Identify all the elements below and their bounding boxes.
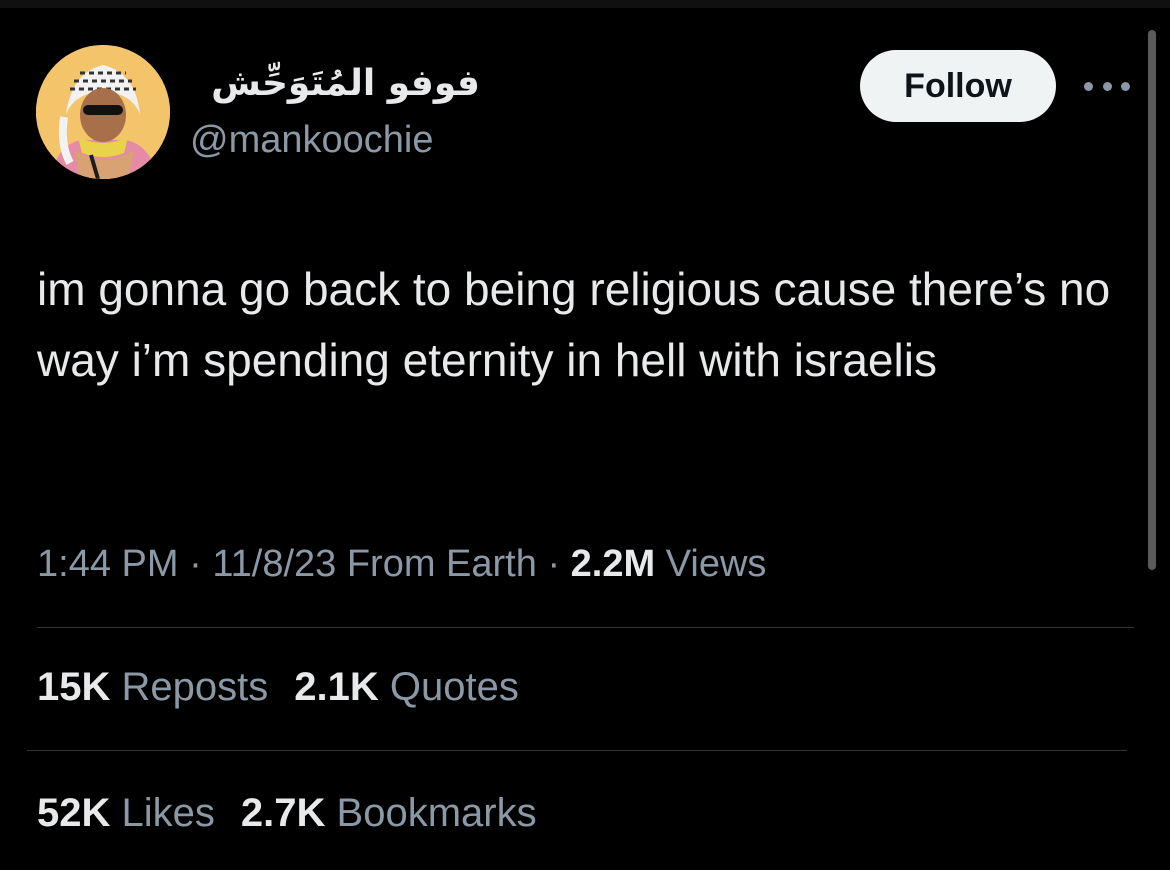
bookmarks-label: Bookmarks <box>336 791 537 835</box>
stats-row-reposts-quotes: 15K Reposts 2.1K Quotes <box>37 662 519 712</box>
tweet-time[interactable]: 1:44 PM <box>37 543 179 585</box>
likes-count: 52K <box>37 791 111 835</box>
views-label: Views <box>655 543 767 585</box>
meta-separator: · <box>536 543 571 585</box>
tweet-source: From Earth <box>336 543 537 585</box>
quotes-stat[interactable]: 2.1K Quotes <box>294 662 519 712</box>
more-dot <box>1084 81 1093 91</box>
more-dot <box>1102 81 1112 91</box>
bookmarks-stat[interactable]: 2.7K Bookmarks <box>241 788 537 838</box>
divider <box>37 627 1134 628</box>
views-count[interactable]: 2.2M <box>571 543 655 585</box>
top-edge <box>0 0 1170 8</box>
divider <box>27 750 1127 751</box>
avatar-image <box>36 45 170 179</box>
author-display-name[interactable]: فوفو المُتَوَحِّش <box>180 62 480 106</box>
more-dot <box>1121 81 1130 91</box>
reposts-stat[interactable]: 15K Reposts <box>37 662 268 712</box>
author-handle[interactable]: @mankoochie <box>190 117 433 163</box>
bookmarks-count: 2.7K <box>240 791 326 835</box>
avatar[interactable] <box>36 45 170 179</box>
quotes-count: 2.1K <box>294 665 379 709</box>
meta-separator: · <box>178 543 213 585</box>
reposts-label: Reposts <box>121 665 269 709</box>
tweet-text: im gonna go back to being religious caus… <box>37 263 1111 386</box>
quotes-label: Quotes <box>389 665 519 709</box>
likes-stat[interactable]: 52K Likes <box>37 788 215 838</box>
likes-label: Likes <box>121 791 215 835</box>
more-options-icon[interactable] <box>1084 74 1130 98</box>
stats-row-likes-bookmarks: 52K Likes 2.7K Bookmarks <box>37 788 537 838</box>
scrollbar[interactable] <box>1148 30 1156 570</box>
tweet-date[interactable]: 11/8/23 <box>212 543 336 585</box>
follow-button[interactable]: Follow <box>860 50 1056 122</box>
tweet-meta: 1:44 PM · 11/8/23 From Earth · 2.2M View… <box>37 540 766 588</box>
reposts-count: 15K <box>37 665 111 709</box>
